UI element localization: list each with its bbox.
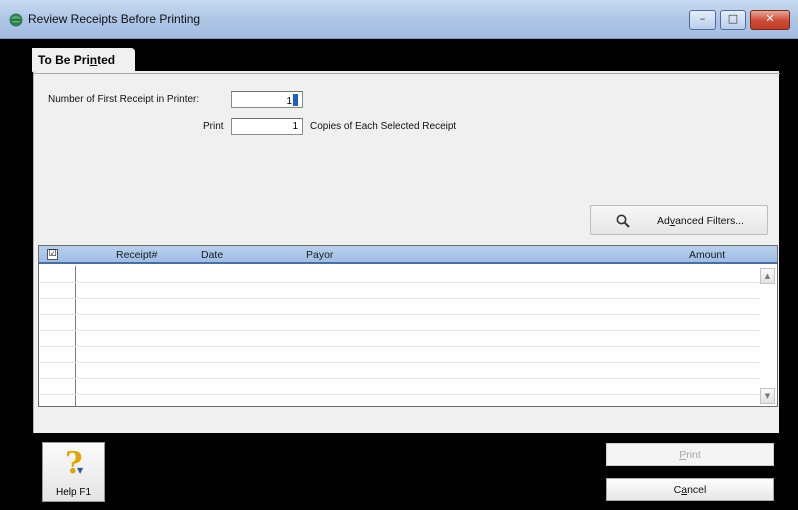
print-label-rest: rint: [686, 449, 701, 461]
scroll-down-button[interactable]: ▼: [760, 388, 775, 404]
copies-suffix-label: Copies of Each Selected Receipt: [310, 121, 457, 132]
column-header-date[interactable]: Date: [201, 249, 223, 261]
close-button[interactable]: ✕: [750, 10, 790, 30]
vertical-scrollbar[interactable]: ▲ ▼: [759, 266, 776, 406]
cancel-label-post: ncel: [687, 484, 707, 496]
select-all-checkbox[interactable]: ☑: [47, 249, 58, 260]
row-divider: [39, 394, 759, 395]
advanced-filters-label-pre: Ad: [657, 215, 670, 227]
first-receipt-label: Number of First Receipt in Printer:: [48, 94, 200, 105]
receipts-grid[interactable]: ☑ Receipt# Date Payor Amount ▲ ▼: [38, 245, 778, 407]
row-divider: [39, 346, 759, 347]
maximize-button[interactable]: □: [720, 10, 746, 30]
app-globe-icon: [9, 13, 23, 27]
row-divider: [39, 362, 759, 363]
scroll-down-icon: ▼: [764, 392, 771, 400]
panel-divider: [34, 73, 780, 74]
first-receipt-input[interactable]: 1: [231, 91, 303, 108]
row-divider: [39, 330, 759, 331]
text-cursor: [293, 94, 298, 106]
print-button[interactable]: Print: [606, 443, 774, 466]
row-divider: [39, 298, 759, 299]
chevron-down-icon: ▼: [77, 466, 84, 475]
magnifier-icon: [616, 214, 630, 228]
help-question-icon: ?: [65, 446, 83, 481]
column-divider: [75, 266, 76, 406]
help-button[interactable]: ? ▼ Help F1: [42, 442, 105, 502]
print-copies-input[interactable]: 1: [231, 118, 303, 135]
advanced-filters-label-post: anced Filters...: [675, 215, 744, 227]
tab-to-be-printed[interactable]: To Be Printed: [32, 48, 135, 72]
cancel-button[interactable]: Cancel: [606, 478, 774, 501]
tab-label-post: ted: [97, 53, 116, 67]
tab-label-pre: To Be Pri: [38, 53, 90, 67]
minimize-button[interactable]: –: [689, 10, 716, 30]
minimize-icon: –: [699, 12, 706, 25]
title-bar[interactable]: Review Receipts Before Printing – □ ✕: [0, 0, 798, 39]
review-receipts-window: Review Receipts Before Printing – □ ✕ To…: [0, 0, 798, 510]
scroll-up-icon: ▲: [764, 272, 771, 280]
column-header-payor[interactable]: Payor: [306, 249, 333, 261]
row-divider: [39, 282, 759, 283]
column-header-amount[interactable]: Amount: [689, 249, 725, 261]
window-title: Review Receipts Before Printing: [28, 12, 201, 26]
row-divider: [39, 378, 759, 379]
to-be-printed-panel: Number of First Receipt in Printer: 1 Pr…: [33, 71, 780, 433]
grid-header: ☑ Receipt# Date Payor Amount: [39, 246, 777, 264]
print-label: Print: [203, 121, 224, 132]
close-icon: ✕: [765, 12, 775, 25]
advanced-filters-button[interactable]: Advanced Filters...: [590, 205, 768, 235]
row-divider: [39, 314, 759, 315]
scroll-up-button[interactable]: ▲: [760, 268, 775, 284]
print-copies-value: 1: [292, 121, 298, 132]
column-header-receipt[interactable]: Receipt#: [116, 249, 157, 261]
first-receipt-value: 1: [286, 96, 292, 107]
help-label: Help F1: [55, 487, 91, 498]
maximize-icon: □: [727, 12, 739, 25]
advanced-filters-label: Advanced Filters...: [657, 215, 744, 227]
